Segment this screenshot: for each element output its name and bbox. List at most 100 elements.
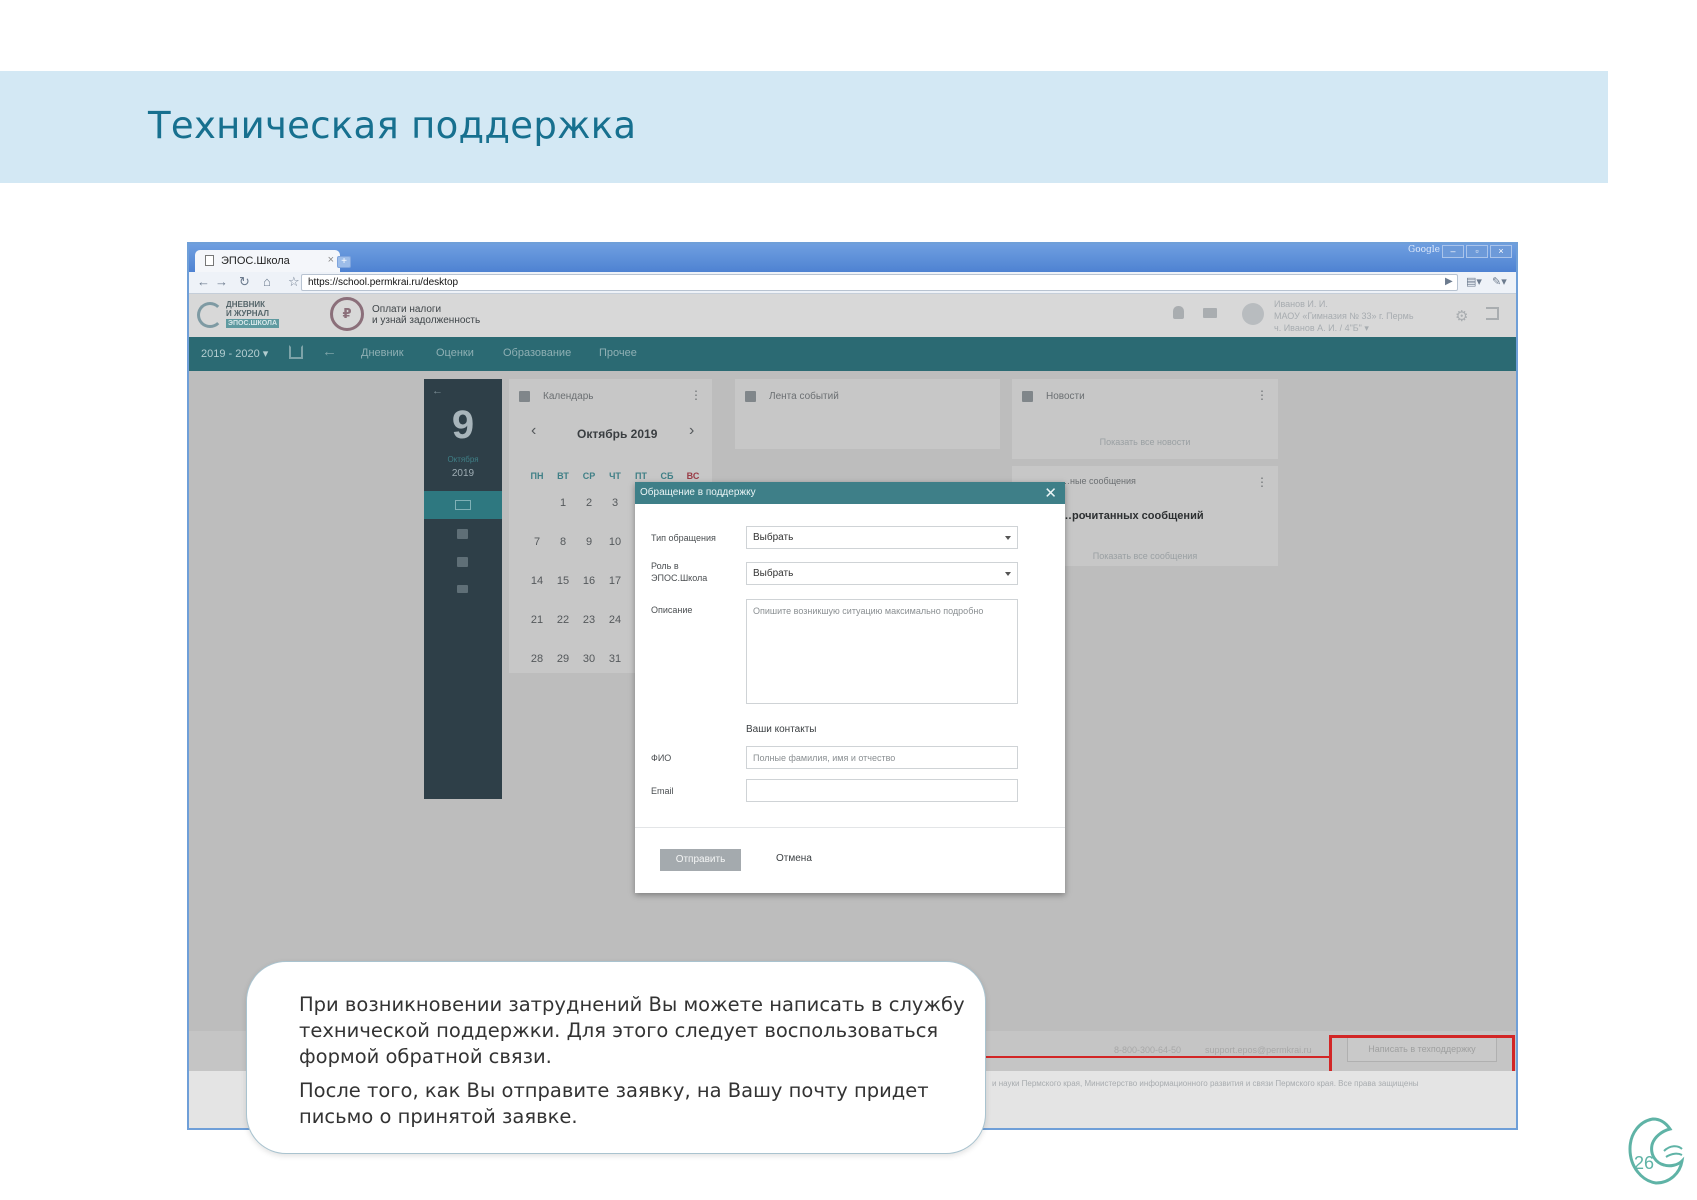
calendar-day[interactable]: 14 [524, 575, 550, 587]
description-label: Описание [651, 605, 693, 615]
play-icon[interactable]: ▶ [1445, 276, 1453, 287]
cancel-button[interactable]: Отмена [776, 853, 812, 864]
back-icon[interactable]: ← [322, 343, 337, 360]
more-vertical-icon[interactable]: ⋮ [1256, 388, 1268, 402]
epos-logo-text[interactable]: ДНЕВНИК И ЖУРНАЛ ЭПОС.ШКОЛА [226, 300, 279, 328]
calendar-day[interactable]: 3 [602, 497, 628, 509]
email-label: Email [651, 786, 674, 796]
nav-item-diary[interactable]: Дневник [361, 347, 404, 359]
back-arrow-icon[interactable]: ← [197, 274, 210, 289]
url-bar[interactable]: https://school.permkrai.ru/desktop [301, 274, 1458, 291]
calendar-day[interactable]: 2 [576, 497, 602, 509]
instruction-callout: При возникновении затруднений Вы можете … [246, 961, 986, 1154]
avatar[interactable] [1242, 303, 1264, 325]
calendar-day[interactable]: 1 [550, 497, 576, 509]
dialog-header: Обращение в поддержку ✕ [635, 482, 1065, 504]
schedule-tab[interactable] [424, 491, 502, 519]
calendar-day[interactable]: 24 [602, 614, 628, 626]
calendar-day[interactable]: 29 [550, 653, 576, 665]
maximize-button[interactable]: ▫ [1466, 245, 1488, 258]
calendar-day[interactable]: 16 [576, 575, 602, 587]
calendar-day[interactable]: 8 [550, 536, 576, 548]
calendar-day[interactable]: 9 [576, 536, 602, 548]
calendar-day[interactable]: 10 [602, 536, 628, 548]
home-icon[interactable]: ⌂ [263, 274, 271, 289]
unread-messages-text: …рочитанных сообщений [1061, 510, 1204, 522]
gear-icon[interactable]: ⚙ [1455, 307, 1468, 325]
close-icon[interactable]: ✕ [1044, 484, 1057, 502]
request-type-label: Тип обращения [651, 533, 716, 543]
corner-logo-text: 26 [1634, 1153, 1654, 1173]
slide: Техническая поддержка ЭПОС.Школа × + Goo… [0, 0, 1697, 1200]
date-month: Октября [447, 455, 479, 464]
request-type-select[interactable]: Выбрать [746, 526, 1018, 549]
nav-item-education[interactable]: Образование [503, 347, 571, 359]
app-nav: 2019 - 2020 ▾ ← Дневник Оценки Образован… [189, 337, 1516, 371]
description-textarea[interactable]: Опишите возникшую ситуацию максимально п… [746, 599, 1018, 704]
prev-month-icon[interactable]: ‹ [531, 422, 536, 440]
bell-icon[interactable] [1173, 306, 1184, 319]
copyright-text: и науки Пермского края, Министерство инф… [992, 1079, 1419, 1088]
mail-icon[interactable] [1203, 308, 1217, 318]
all-news-link[interactable]: Показать все новости [1012, 437, 1278, 447]
send-button[interactable]: Отправить [660, 849, 741, 871]
role-label: Роль в ЭПОС.Школа [651, 561, 708, 583]
news-icon [1022, 391, 1033, 402]
calendar-day[interactable]: 15 [550, 575, 576, 587]
support-phone: 8-800-300-64-50 [1114, 1045, 1182, 1055]
chevron-down-icon [1005, 536, 1011, 540]
envelope-icon[interactable] [457, 585, 468, 593]
next-month-icon[interactable]: › [689, 422, 694, 440]
more-vertical-icon[interactable]: ⋮ [690, 388, 702, 402]
calendar-day[interactable]: 21 [524, 614, 550, 626]
minimize-button[interactable]: – [1442, 245, 1464, 258]
school-year-select[interactable]: 2019 - 2020 ▾ [201, 347, 268, 360]
browser-toolbar: ← → ↻ ⌂ ☆ https://school.permkrai.ru/des… [189, 272, 1516, 294]
chat-icon[interactable] [457, 557, 468, 567]
calendar-day[interactable]: 30 [576, 653, 602, 665]
page-icon [205, 255, 214, 266]
tab-close-icon[interactable]: × [328, 254, 334, 266]
home-icon[interactable] [289, 345, 303, 359]
weekday: ПН [530, 471, 544, 481]
page-menu-icon[interactable]: ▤▾ [1466, 275, 1482, 288]
logout-icon[interactable] [1486, 307, 1499, 320]
tab-title: ЭПОС.Школа [221, 255, 290, 267]
weekday: ЧТ [609, 471, 621, 481]
role-select[interactable]: Выбрать [746, 562, 1018, 585]
email-input[interactable] [746, 779, 1018, 802]
collapse-arrow-icon[interactable]: ← [432, 385, 443, 397]
wrench-icon[interactable]: ✎▾ [1492, 275, 1507, 288]
nav-item-grades[interactable]: Оценки [436, 347, 474, 359]
calendar-day[interactable]: 31 [602, 653, 628, 665]
news-card: Новости ⋮ Показать все новости [1012, 379, 1278, 459]
support-email-link[interactable]: support.epos@permkrai.ru [1205, 1045, 1312, 1055]
reload-icon[interactable]: ↻ [239, 274, 250, 290]
calendar-day[interactable]: 17 [602, 575, 628, 587]
weekday: ПТ [635, 471, 647, 481]
new-tab-button[interactable]: + [337, 256, 351, 268]
schedule-icon [455, 500, 471, 510]
corner-logo-icon: 26 [1628, 1117, 1685, 1185]
calendar-day[interactable]: 23 [576, 614, 602, 626]
calendar-day[interactable]: 22 [550, 614, 576, 626]
bookmark-star-icon[interactable]: ☆ [288, 274, 300, 290]
browser-tabbar: ЭПОС.Школа × + Google – ▫ × [189, 244, 1516, 272]
weekday: ВС [686, 471, 700, 481]
events-icon [745, 391, 756, 402]
tax-document-icon[interactable]: ₽ [330, 297, 364, 331]
date-year: 2019 [451, 468, 475, 479]
messages-title: …ные сообщения [1061, 476, 1136, 486]
epos-logo-icon [197, 302, 223, 328]
more-vertical-icon[interactable]: ⋮ [1256, 475, 1268, 489]
nav-item-other[interactable]: Прочее [599, 347, 637, 359]
close-window-button[interactable]: × [1490, 245, 1512, 258]
calendar-day[interactable]: 28 [524, 653, 550, 665]
tax-banner-link[interactable]: Оплати налоги и узнай задолженность [372, 304, 480, 326]
browser-tab[interactable]: ЭПОС.Школа × [195, 250, 340, 272]
forward-arrow-icon[interactable]: → [215, 274, 228, 289]
calendar-day[interactable]: 7 [524, 536, 550, 548]
calendar-icon[interactable] [457, 529, 468, 539]
fio-input[interactable]: Полные фамилия, имя и отчество [746, 746, 1018, 769]
user-info[interactable]: Иванов И. И. МАОУ «Гимназия № 33» г. Пер… [1274, 298, 1444, 334]
